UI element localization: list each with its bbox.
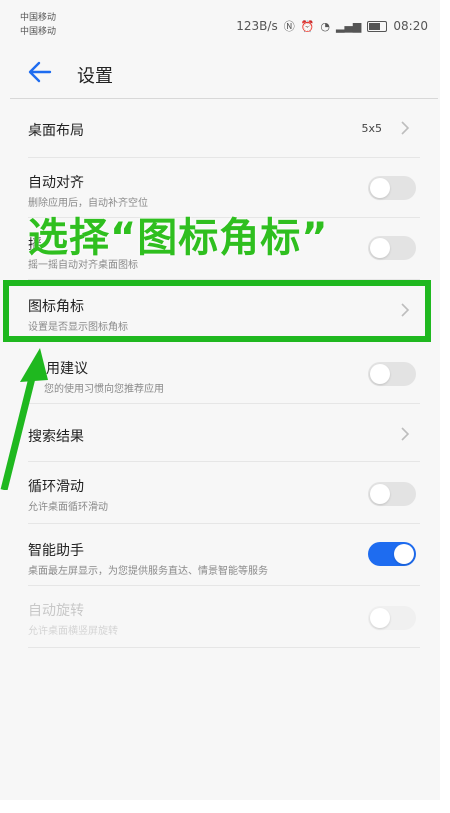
auto-rotate-toggle: [368, 606, 416, 630]
setting-desktop-layout[interactable]: 桌面布局 5x5: [28, 100, 420, 158]
carrier-label-2: 中国移动: [20, 27, 57, 37]
shake-align-toggle[interactable]: [368, 236, 416, 260]
arrow-left-icon[interactable]: [26, 58, 54, 86]
network-speed: 123B/s: [236, 19, 278, 33]
smart-assistant-toggle[interactable]: [368, 542, 416, 566]
chevron-right-icon: [401, 121, 410, 135]
status-bar: 中国移动 中国移动 123B/s Ⓝ ⏰ ◔ ▂▄▆ 08:20: [0, 0, 440, 44]
alarm-icon: ⏰: [300, 19, 315, 33]
setting-title: 智能助手: [28, 543, 84, 559]
loop-scroll-toggle[interactable]: [368, 482, 416, 506]
header: 设置: [0, 52, 440, 92]
setting-title: 自动旋转: [28, 603, 84, 619]
arrow-pointer-icon: [0, 348, 48, 490]
setting-subtitle: 允许桌面横竖屏旋转: [28, 626, 118, 637]
setting-smart-assistant: 智能助手 桌面最左屏显示，为您提供服务直达、情景智能等服务: [28, 524, 420, 586]
setting-auto-rotate: 自动旋转 允许桌面横竖屏旋转: [28, 586, 420, 648]
signal-icon: ▂▄▆: [336, 19, 362, 33]
clock: 08:20: [393, 19, 428, 33]
setting-search-results[interactable]: 搜索结果: [28, 404, 420, 462]
row-divider: [28, 647, 420, 648]
battery-icon: [367, 20, 388, 32]
setting-app-suggestions: 用建议 您的使用习惯向您推荐应用: [28, 342, 420, 404]
setting-title: 自动对齐: [28, 175, 84, 191]
header-divider: [10, 98, 438, 99]
auto-align-toggle[interactable]: [368, 176, 416, 200]
app-suggestions-toggle[interactable]: [368, 362, 416, 386]
nfc-icon: Ⓝ: [283, 20, 295, 33]
setting-subtitle: 允许桌面循环滑动: [28, 502, 108, 513]
chevron-right-icon: [401, 427, 410, 441]
wifi-icon: ◔: [320, 19, 331, 33]
setting-loop-scroll: 循环滑动 允许桌面循环滑动: [28, 462, 420, 524]
setting-subtitle: 桌面最左屏显示，为您提供服务直达、情景智能等服务: [28, 566, 268, 577]
carrier-label-1: 中国移动: [20, 13, 57, 23]
overlay-caption: 选择“图标角标”: [28, 215, 329, 261]
page-title: 设置: [77, 66, 113, 87]
setting-title: 桌面布局: [28, 123, 84, 139]
status-right: 123B/s Ⓝ ⏰ ◔ ▂▄▆ 08:20: [236, 18, 428, 34]
setting-value: 5x5: [361, 122, 382, 135]
